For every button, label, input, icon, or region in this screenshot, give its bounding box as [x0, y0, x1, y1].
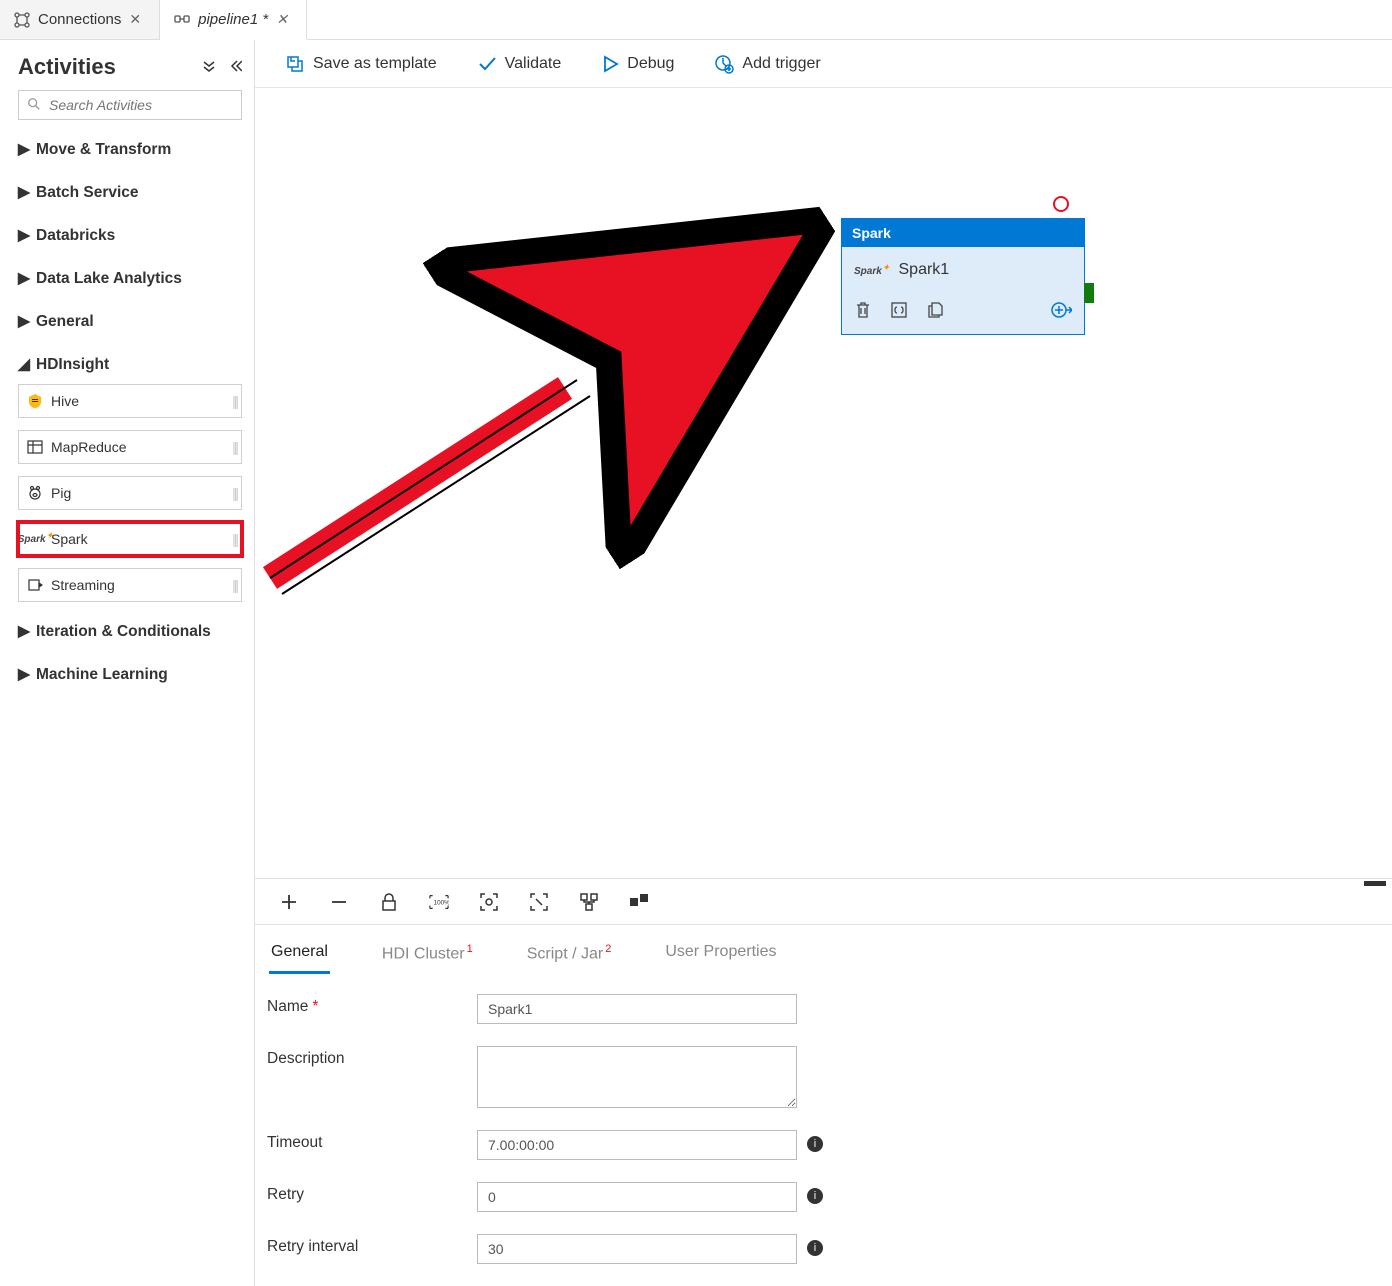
search-activities[interactable]: [18, 90, 242, 120]
caret-down-icon: ◢: [18, 355, 28, 374]
retry-label: Retry: [267, 1182, 477, 1204]
auto-align-icon[interactable]: [579, 892, 599, 912]
group-ml[interactable]: ▶Machine Learning: [18, 661, 242, 688]
caret-right-icon: ▶: [18, 312, 28, 331]
mapreduce-icon: [27, 439, 43, 455]
tab-label: pipeline1 *: [198, 11, 268, 28]
description-input[interactable]: [477, 1046, 797, 1108]
node-type-label: Spark: [842, 219, 1084, 247]
activity-pig[interactable]: Pig|||: [18, 476, 242, 510]
caret-right-icon: ▶: [18, 269, 28, 288]
collapse-panel-icon[interactable]: [228, 59, 242, 76]
close-icon[interactable]: ✕: [276, 11, 288, 28]
grip-icon: |||: [232, 439, 237, 455]
spark-icon: Spark: [27, 531, 43, 547]
spark-icon: Spark: [854, 261, 889, 279]
info-icon[interactable]: i: [807, 1136, 823, 1152]
zoom-out-icon[interactable]: [329, 892, 349, 912]
zoom-in-icon[interactable]: [279, 892, 299, 912]
group-data-lake[interactable]: ▶Data Lake Analytics: [18, 265, 242, 292]
search-icon: [27, 97, 41, 114]
zoom-100-icon[interactable]: 100%: [429, 892, 449, 912]
add-trigger-button[interactable]: Add trigger: [714, 54, 820, 74]
layout-icon[interactable]: [629, 892, 649, 912]
delete-icon[interactable]: [854, 301, 872, 322]
properties-panel: General HDI Cluster1 Script / Jar2 User …: [255, 924, 1392, 1286]
info-icon[interactable]: i: [807, 1188, 823, 1204]
svg-text:100%: 100%: [434, 899, 449, 906]
tab-connections[interactable]: Connections ✕: [0, 0, 160, 39]
search-input[interactable]: [47, 96, 233, 114]
node-name: Spark1: [899, 261, 950, 279]
activity-hive[interactable]: Hive|||: [18, 384, 242, 418]
group-hdinsight[interactable]: ◢HDInsight: [18, 351, 242, 378]
tab-script-jar[interactable]: Script / Jar2: [525, 939, 614, 974]
output-port[interactable]: [1084, 283, 1094, 303]
caret-right-icon: ▶: [18, 140, 28, 159]
add-output-icon[interactable]: [1050, 299, 1072, 324]
activities-sidebar: Activities ▶Move & Transform ▶Batch Serv…: [0, 40, 255, 1286]
caret-right-icon: ▶: [18, 665, 28, 684]
validate-button[interactable]: Validate: [477, 54, 562, 74]
group-iteration[interactable]: ▶Iteration & Conditionals: [18, 618, 242, 645]
activity-mapreduce[interactable]: MapReduce|||: [18, 430, 242, 464]
zoom-fit-icon[interactable]: [479, 892, 499, 912]
panel-resize-handle[interactable]: [1364, 881, 1386, 886]
debug-button[interactable]: Debug: [601, 55, 674, 73]
streaming-icon: [27, 577, 43, 593]
group-batch-service[interactable]: ▶Batch Service: [18, 179, 242, 206]
pipeline-icon: [174, 11, 190, 27]
save-template-button[interactable]: Save as template: [285, 54, 437, 74]
group-general[interactable]: ▶General: [18, 308, 242, 335]
grip-icon: |||: [232, 531, 237, 547]
timeout-input[interactable]: [477, 1130, 797, 1160]
caret-right-icon: ▶: [18, 183, 28, 202]
tab-user-properties[interactable]: User Properties: [663, 939, 778, 974]
editor-tabs: Connections ✕ pipeline1 * ✕: [0, 0, 1392, 40]
retry-input[interactable]: [477, 1182, 797, 1212]
code-icon[interactable]: [890, 301, 908, 322]
tab-pipeline1[interactable]: pipeline1 * ✕: [160, 0, 307, 40]
grip-icon: |||: [232, 393, 237, 409]
hive-icon: [27, 393, 43, 409]
pig-icon: [27, 485, 43, 501]
connections-icon: [14, 12, 30, 28]
description-label: Description: [267, 1046, 477, 1068]
fullscreen-icon[interactable]: [529, 892, 549, 912]
retry-interval-label: Retry interval: [267, 1234, 477, 1256]
lock-icon[interactable]: [379, 892, 399, 912]
group-move-transform[interactable]: ▶Move & Transform: [18, 136, 242, 163]
tab-hdi-cluster[interactable]: HDI Cluster1: [380, 939, 475, 974]
activity-spark[interactable]: Spark Spark|||: [18, 522, 242, 556]
spark-activity-node[interactable]: Spark Spark Spark1: [841, 218, 1085, 335]
name-label: Name*: [267, 994, 477, 1016]
close-icon[interactable]: ✕: [129, 11, 141, 28]
grip-icon: |||: [232, 577, 237, 593]
main-area: Save as template Validate Debug Add trig…: [255, 40, 1392, 1286]
name-input[interactable]: [477, 994, 797, 1024]
status-indicator-icon: [1053, 196, 1069, 212]
timeout-label: Timeout: [267, 1130, 477, 1152]
annotation-arrow: [255, 88, 1155, 788]
grip-icon: |||: [232, 485, 237, 501]
group-databricks[interactable]: ▶Databricks: [18, 222, 242, 249]
caret-right-icon: ▶: [18, 226, 28, 245]
caret-right-icon: ▶: [18, 622, 28, 641]
copy-icon[interactable]: [926, 301, 944, 322]
pipeline-canvas[interactable]: Spark Spark Spark1: [255, 88, 1392, 878]
pipeline-toolbar: Save as template Validate Debug Add trig…: [255, 40, 1392, 88]
sidebar-title: Activities: [18, 54, 116, 80]
tab-label: Connections: [38, 11, 121, 28]
canvas-toolbar: 100%: [255, 878, 1392, 924]
retry-interval-input[interactable]: [477, 1234, 797, 1264]
activity-streaming[interactable]: Streaming|||: [18, 568, 242, 602]
tab-general[interactable]: General: [269, 939, 330, 974]
expand-all-icon[interactable]: [202, 59, 216, 76]
info-icon[interactable]: i: [807, 1240, 823, 1256]
